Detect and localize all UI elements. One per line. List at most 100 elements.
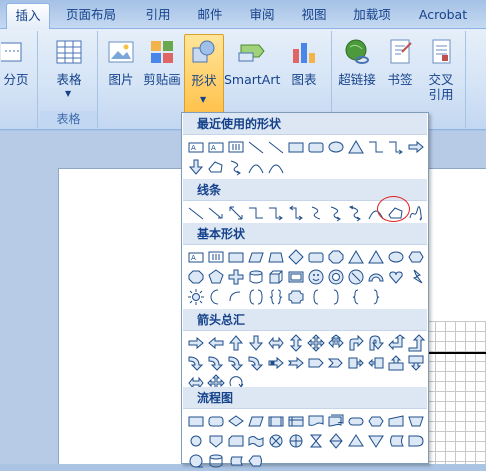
shape-notched-icon[interactable]	[286, 353, 306, 373]
shape-fproc-icon[interactable]	[186, 411, 206, 431]
shape-textbox-icon[interactable]: A	[186, 137, 206, 157]
shape-fdoc-icon[interactable]	[306, 411, 326, 431]
shape-elbowa-icon[interactable]	[266, 203, 286, 223]
tab-mailings[interactable]: 邮件	[188, 3, 232, 29]
shape-lcall-icon[interactable]	[366, 353, 386, 373]
shape-quad-icon[interactable]	[306, 333, 326, 353]
tab-review[interactable]: 审阅	[240, 3, 284, 29]
clipart-button[interactable]: 剪贴画	[140, 34, 184, 104]
shape-foff-icon[interactable]	[206, 431, 226, 451]
shape-textbox-icon[interactable]: A	[206, 137, 226, 157]
shape-chevron-icon[interactable]	[326, 353, 346, 373]
shape-fmulti-icon[interactable]	[326, 411, 346, 431]
shape-lrarr-icon[interactable]	[266, 333, 286, 353]
shape-fdir-icon[interactable]	[226, 451, 246, 471]
cross-reference-button[interactable]: 交叉引用	[420, 34, 462, 104]
shape-fman-icon[interactable]	[386, 411, 406, 431]
shapes-button[interactable]: 形状 ▼	[184, 34, 224, 114]
shape-rect-icon[interactable]	[286, 137, 306, 157]
shape-freeform-icon[interactable]	[206, 157, 226, 177]
shape-oct-icon[interactable]	[186, 267, 206, 287]
page-break-button[interactable]: 分页	[0, 34, 34, 104]
shape-line-icon[interactable]	[266, 137, 286, 157]
shape-darr-icon[interactable]	[186, 157, 206, 177]
shape-cross-icon[interactable]	[226, 267, 246, 287]
shape-moon-icon[interactable]	[206, 287, 226, 307]
shape-fmag-icon[interactable]	[206, 451, 226, 471]
shape-curve-icon[interactable]	[306, 203, 326, 223]
shape-curvr-icon[interactable]	[186, 353, 206, 373]
shape-pent-icon[interactable]	[206, 267, 226, 287]
hyperlink-button[interactable]: 超链接	[334, 34, 380, 104]
tab-insert[interactable]: 插入	[6, 3, 50, 30]
shape-line-icon[interactable]	[186, 203, 206, 223]
shape-fint-icon[interactable]	[286, 411, 306, 431]
shape-fconn-icon[interactable]	[186, 431, 206, 451]
shape-can-icon[interactable]	[246, 267, 266, 287]
shape-plaque-icon[interactable]	[286, 287, 306, 307]
tab-addins[interactable]: 加载项	[342, 3, 402, 29]
shape-luarr-icon[interactable]	[326, 333, 346, 353]
shape-rbrack-icon[interactable]	[326, 287, 346, 307]
shape-noentry-icon[interactable]	[346, 267, 366, 287]
shape-fdata-icon[interactable]	[246, 411, 266, 431]
tab-acrobat[interactable]: Acrobat	[410, 3, 476, 29]
shape-tri-icon[interactable]	[346, 247, 366, 267]
shape-vtextbox-icon[interactable]	[226, 137, 246, 157]
shape-falt-icon[interactable]	[206, 411, 226, 431]
picture-button[interactable]: 图片	[102, 34, 140, 104]
smartart-button[interactable]: SmartArt	[224, 34, 280, 104]
tab-view[interactable]: 视图	[292, 3, 336, 29]
shape-fstor-icon[interactable]	[386, 431, 406, 451]
shape-textbox-icon[interactable]: A	[186, 247, 206, 267]
shape-fdelay-icon[interactable]	[406, 431, 426, 451]
shape-elbow-icon[interactable]	[366, 137, 386, 157]
shape-buarr-icon[interactable]	[406, 333, 426, 353]
shape-lbrace-icon[interactable]	[346, 287, 366, 307]
shape-bolt-icon[interactable]	[406, 267, 426, 287]
shape-para-icon[interactable]	[246, 247, 266, 267]
shape-fmerge-icon[interactable]	[366, 431, 386, 451]
shape-fsum-icon[interactable]	[266, 431, 286, 451]
shape-rrect-icon[interactable]	[306, 137, 326, 157]
shape-vtextbox-icon[interactable]	[206, 247, 226, 267]
shape-rarrow-icon[interactable]	[186, 333, 206, 353]
shape-bent-icon[interactable]	[346, 333, 366, 353]
shape-fprep-icon[interactable]	[366, 411, 386, 431]
shape-bevel-icon[interactable]	[286, 267, 306, 287]
shape-darrow-icon[interactable]	[226, 203, 246, 223]
shape-heart-icon[interactable]	[386, 267, 406, 287]
shape-brace-icon[interactable]	[266, 287, 286, 307]
drawn-line[interactable]	[425, 352, 486, 354]
shape-donut-icon[interactable]	[326, 267, 346, 287]
shape-rect-icon[interactable]	[226, 247, 246, 267]
tab-references[interactable]: 引用	[136, 3, 180, 29]
shape-dcall-icon[interactable]	[406, 353, 426, 373]
shape-darr-icon[interactable]	[246, 333, 266, 353]
shape-rarrow-icon[interactable]	[406, 137, 426, 157]
shape-curvea-icon[interactable]	[226, 157, 246, 177]
shape-oct-icon[interactable]	[326, 247, 346, 267]
shape-hex-icon[interactable]	[406, 247, 426, 267]
shape-trap-icon[interactable]	[266, 247, 286, 267]
shape-arc-icon[interactable]	[266, 157, 286, 177]
shape-ucall-icon[interactable]	[386, 353, 406, 373]
shape-curvr-icon[interactable]	[246, 353, 266, 373]
shape-curvea-icon[interactable]	[326, 203, 346, 223]
shape-arrow-icon[interactable]	[206, 203, 226, 223]
shape-diamond-icon[interactable]	[286, 247, 306, 267]
shape-elbowa-icon[interactable]	[386, 137, 406, 157]
shape-brack-icon[interactable]	[246, 287, 266, 307]
shape-larr-icon[interactable]	[206, 333, 226, 353]
shape-pentA-icon[interactable]	[306, 353, 326, 373]
shape-curvr-icon[interactable]	[206, 353, 226, 373]
shape-arcb-icon[interactable]	[226, 287, 246, 307]
shape-fcoll-icon[interactable]	[306, 431, 326, 451]
shape-lbrack-icon[interactable]	[306, 287, 326, 307]
bookmark-button[interactable]: 书签	[380, 34, 420, 104]
shape-ftape-icon[interactable]	[246, 431, 266, 451]
shape-rbrace-icon[interactable]	[366, 287, 386, 307]
shape-uarr-icon[interactable]	[226, 333, 246, 353]
shape-smile-icon[interactable]	[306, 267, 326, 287]
shape-curvr-icon[interactable]	[226, 353, 246, 373]
